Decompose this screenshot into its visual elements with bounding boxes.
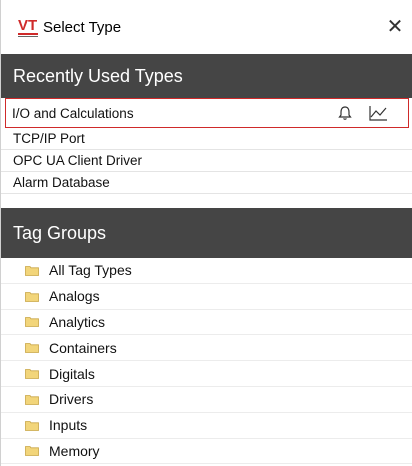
bell-icon[interactable] [336, 104, 354, 122]
recent-item-label: OPC UA Client Driver [13, 153, 143, 168]
recent-item-io-calculations[interactable]: I/O and Calculations [5, 98, 409, 128]
recently-used-list: I/O and Calculations TCP/IP Port OPC UA … [1, 98, 412, 194]
tag-groups-header-label: Tag Groups [13, 222, 107, 243]
group-item-analytics[interactable]: Analytics [1, 310, 412, 336]
recent-item-alarm-database[interactable]: Alarm Database [1, 172, 412, 194]
group-item-drivers[interactable]: Drivers [1, 387, 412, 413]
recent-item-tcpip-port[interactable]: TCP/IP Port [1, 128, 412, 150]
folder-icon [25, 342, 39, 354]
title-bar: VT Select Type ✕ [1, 0, 412, 54]
recent-item-label: TCP/IP Port [13, 131, 85, 146]
folder-icon [25, 394, 39, 405]
folder-icon [25, 316, 39, 328]
group-item-label: All Tag Types [49, 262, 132, 279]
item-actions [336, 104, 387, 122]
group-item-label: Analytics [49, 313, 106, 330]
group-item-analogs[interactable]: Analogs [1, 284, 412, 310]
group-item-memory[interactable]: Memory [1, 439, 412, 465]
group-item-label: Drivers [49, 391, 94, 408]
recent-item-opc-ua-client-driver[interactable]: OPC UA Client Driver [1, 150, 412, 172]
folder-icon [25, 265, 39, 276]
close-button[interactable]: ✕ [383, 15, 407, 39]
vtscada-logo: VT [17, 15, 39, 39]
group-item-containers[interactable]: Containers [1, 335, 412, 362]
recently-used-header: Recently Used Types [1, 54, 412, 98]
recently-used-header-label: Recently Used Types [13, 65, 183, 86]
dialog-title: Select Type [43, 19, 122, 36]
recent-item-label: Alarm Database [13, 175, 110, 190]
recent-item-label: I/O and Calculations [12, 105, 134, 121]
group-item-label: Memory [49, 442, 100, 459]
group-item-digitals[interactable]: Digitals [1, 361, 412, 387]
group-item-label: Containers [49, 339, 117, 356]
select-type-dialog: VT Select Type ✕ Recently Used Types I/O… [0, 0, 412, 466]
folder-icon [25, 291, 39, 302]
group-item-label: Analogs [49, 288, 100, 305]
tag-groups-header: Tag Groups [1, 208, 412, 258]
close-icon: ✕ [386, 16, 404, 38]
folder-icon [25, 420, 39, 431]
tag-groups-list: All Tag Types Analogs Analytics Containe… [1, 258, 412, 465]
group-item-label: Inputs [49, 417, 88, 434]
group-item-all-tag-types[interactable]: All Tag Types [1, 258, 412, 284]
group-item-inputs[interactable]: Inputs [1, 413, 412, 439]
group-item-label: Digitals [49, 365, 95, 382]
trend-chart-icon[interactable] [368, 104, 387, 122]
folder-icon [25, 445, 39, 457]
folder-icon [25, 368, 39, 379]
svg-text:VT: VT [18, 17, 37, 34]
